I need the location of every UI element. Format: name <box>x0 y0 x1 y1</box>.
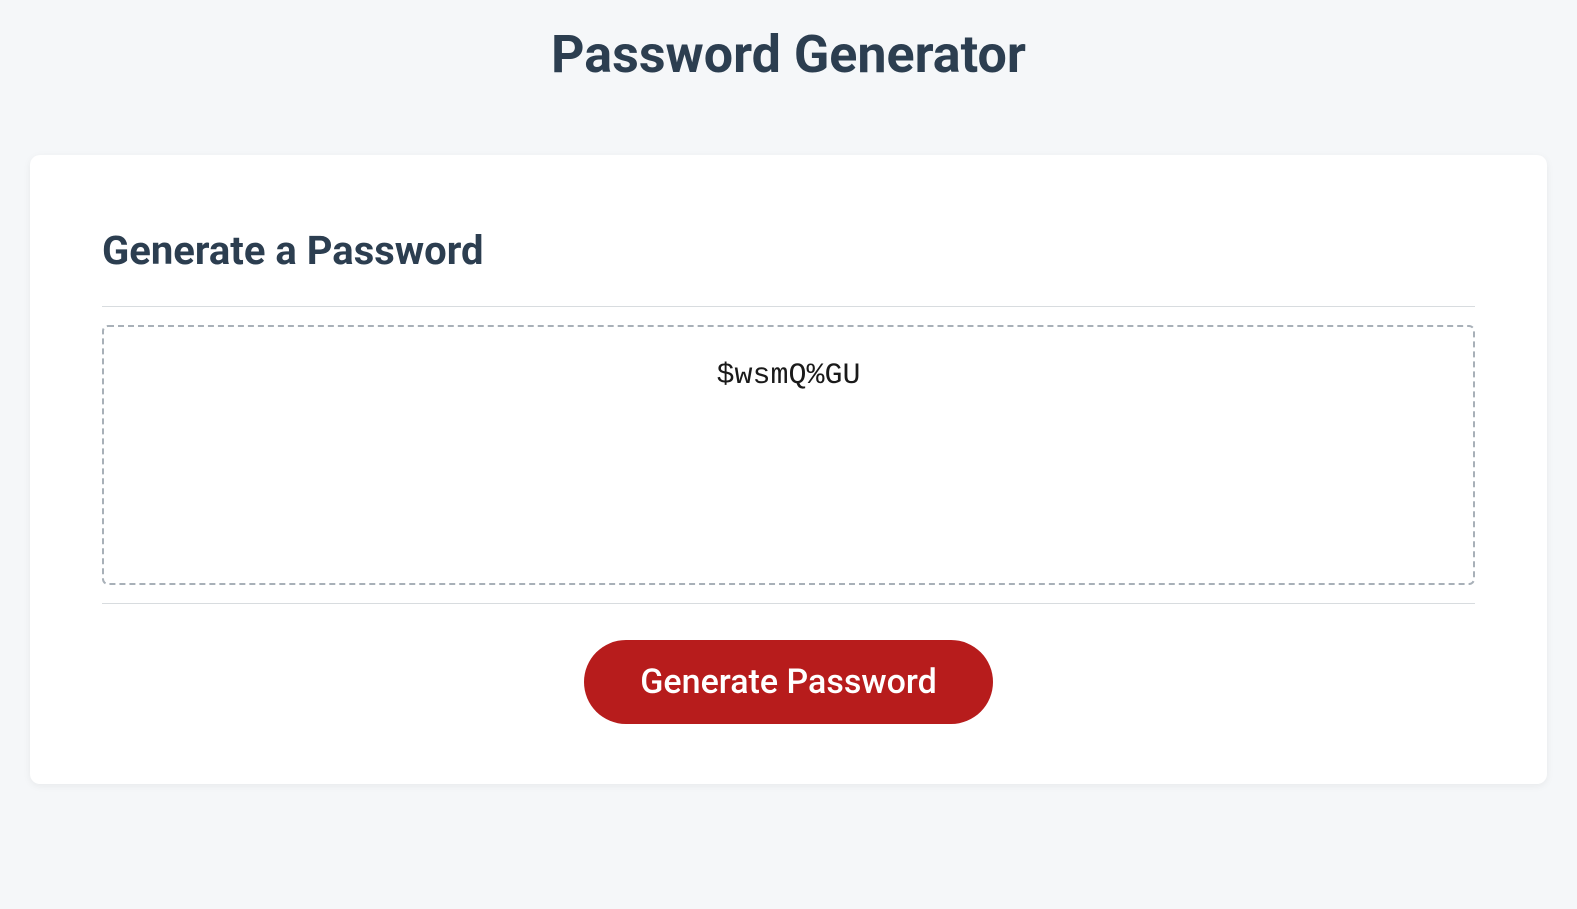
page-title: Password Generator <box>0 0 1577 105</box>
output-section: $wsmQ%GU <box>102 306 1475 604</box>
card-heading: Generate a Password <box>102 227 1475 274</box>
generate-password-button[interactable]: Generate Password <box>584 640 992 724</box>
password-output[interactable]: $wsmQ%GU <box>102 325 1475 585</box>
button-row: Generate Password <box>102 640 1475 724</box>
generator-card: Generate a Password $wsmQ%GU Generate Pa… <box>30 155 1547 784</box>
